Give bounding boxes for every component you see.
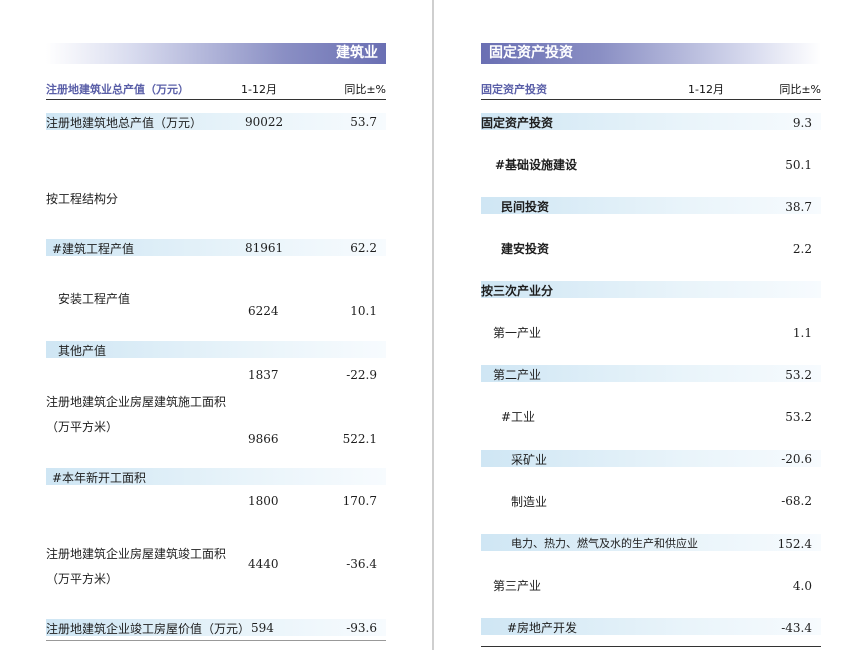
row-yoy: 38.7 — [785, 200, 812, 214]
header-period: 1-12月 — [688, 83, 724, 96]
row-label: 第二产业 — [493, 368, 542, 382]
header-indicator: 固定资产投资 — [481, 83, 547, 96]
row-value: 90022 — [245, 115, 284, 129]
row-yoy: -20.6 — [781, 452, 812, 466]
row-label: 安装工程产值 — [58, 292, 131, 306]
row-yoy: 50.1 — [785, 158, 812, 172]
row-label: 其他产值 — [58, 344, 107, 358]
header-yoy: 同比±% — [344, 83, 386, 96]
banner-title: 固定资产投资 — [489, 45, 573, 61]
row-value: 4440 — [248, 557, 279, 571]
row-label: 注册地建筑企业房屋建筑竣工面积 — [46, 547, 227, 561]
header-period: 1-12月 — [241, 83, 277, 96]
row-yoy: 2.2 — [792, 242, 812, 256]
row-yoy: 10.1 — [350, 304, 377, 318]
row-yoy: -36.4 — [346, 557, 377, 571]
right-page: 固定资产投资 固定资产投资 1-12月 同比±% 固定资产投资 9.3 #基础设… — [435, 0, 868, 650]
row-label: 第一产业 — [493, 326, 542, 340]
row-label-unit: （万平方米） — [46, 572, 119, 586]
row-yoy: -68.2 — [781, 494, 812, 508]
row-yoy: 53.2 — [785, 368, 812, 382]
row-yoy: 170.7 — [342, 494, 377, 508]
row-label: #基础设施建设 — [495, 158, 578, 172]
section-banner-construction: 建筑业 — [46, 43, 386, 64]
banner-title: 建筑业 — [336, 45, 378, 61]
row-value: 9866 — [248, 432, 279, 446]
row-label: #房地产开发 — [507, 621, 578, 635]
left-page: 建筑业 注册地建筑业总产值（万元） 1-12月 同比±% 注册地建筑地总产值（万… — [0, 0, 433, 650]
row-label: 制造业 — [511, 495, 548, 509]
row-yoy: 62.2 — [350, 241, 377, 255]
row-yoy: 9.3 — [792, 116, 812, 130]
row-label: #工业 — [501, 410, 536, 424]
header-yoy: 同比±% — [779, 83, 821, 96]
row-yoy: 4.0 — [792, 579, 812, 593]
row-label-unit: （万平方米） — [46, 420, 119, 434]
row-label: 注册地建筑地总产值（万元） — [46, 116, 203, 130]
row-label: #本年新开工面积 — [52, 471, 147, 485]
row-yoy: -22.9 — [346, 368, 377, 382]
row-label: 按工程结构分 — [46, 192, 119, 206]
row-label: 建安投资 — [501, 242, 550, 256]
header-indicator: 注册地建筑业总产值（万元） — [46, 83, 189, 96]
row-label: 采矿业 — [511, 453, 548, 467]
row-value: 6224 — [248, 304, 279, 318]
row-value: 1800 — [248, 494, 279, 508]
footer-rule — [481, 646, 821, 647]
row-yoy: -43.4 — [781, 621, 812, 635]
row-value: 594 — [251, 621, 274, 635]
table-header: 固定资产投资 1-12月 同比±% — [481, 79, 821, 100]
row-yoy: 53.7 — [350, 115, 377, 129]
row-yoy: 152.4 — [777, 537, 812, 551]
row-label: 固定资产投资 — [481, 116, 554, 130]
row-value: 81961 — [245, 241, 284, 255]
row-label: 注册地建筑企业房屋建筑施工面积 — [46, 395, 227, 409]
row-label: 注册地建筑企业竣工房屋价值（万元） — [46, 622, 251, 636]
section-banner-investment: 固定资产投资 — [481, 43, 821, 64]
row-value: 1837 — [248, 368, 279, 382]
row-label: #建筑工程产值 — [52, 242, 135, 256]
row-label: 第三产业 — [493, 579, 542, 593]
row-label: 按三次产业分 — [481, 284, 554, 298]
table-header: 注册地建筑业总产值（万元） 1-12月 同比±% — [46, 79, 386, 100]
row-yoy: 53.2 — [785, 410, 812, 424]
row-label: 电力、热力、燃气及水的生产和供应业 — [511, 537, 698, 550]
row-label: 民间投资 — [501, 200, 550, 214]
row-yoy: -93.6 — [346, 621, 377, 635]
row-yoy: 522.1 — [342, 432, 377, 446]
footer-rule — [46, 640, 386, 641]
row-yoy: 1.1 — [792, 326, 812, 340]
